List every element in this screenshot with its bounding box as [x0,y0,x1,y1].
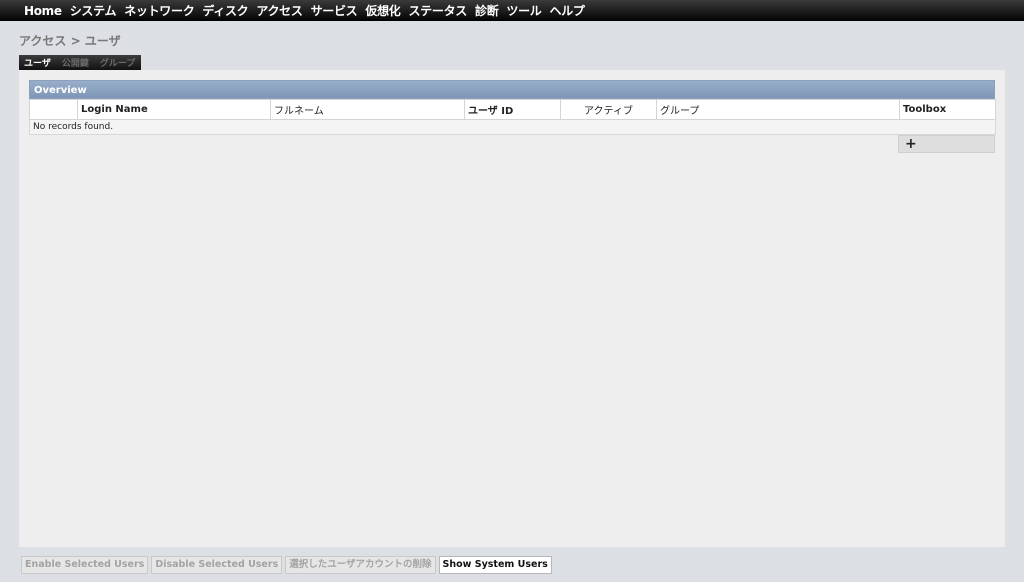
column-header-active[interactable]: アクティブ [560,99,657,120]
tab-users[interactable]: ユーザ [24,56,51,69]
top-menu-bar: Home システム ネットワーク ディスク アクセス サービス 仮想化 ステータ… [0,0,1024,21]
tab-groups[interactable]: グループ [100,56,135,69]
disable-selected-users-button[interactable]: Disable Selected Users [151,556,283,574]
main-menu: Home システム ネットワーク ディスク アクセス サービス 仮想化 ステータ… [0,0,1024,21]
table-row: No records found. [29,119,996,135]
empty-table-message: No records found. [29,119,996,135]
column-header-full-name[interactable]: フルネーム [270,99,465,120]
column-header-login-name[interactable]: Login Name [77,99,271,120]
table-header-row: Login Name フルネーム ユーザ ID アクティブ グループ Toolb… [29,99,996,120]
main-panel: Overview Login Name フルネーム ユーザ ID アクティブ グ… [19,70,1005,547]
menu-item-home[interactable]: Home [24,4,62,18]
column-header-group[interactable]: グループ [656,99,900,120]
menu-item-tools[interactable]: ツール [506,2,541,19]
tab-public-keys[interactable]: 公開鍵 [62,56,89,69]
bottom-action-bar: Enable Selected Users Disable Selected U… [21,556,552,574]
breadcrumb: アクセス > ユーザ [19,34,121,48]
menu-item-status[interactable]: ステータス [408,2,467,19]
tab-bar: ユーザ 公開鍵 グループ [19,55,142,70]
menu-item-system[interactable]: システム [70,2,117,19]
menu-item-access[interactable]: アクセス [256,2,303,19]
overview-title: Overview [29,80,995,99]
overview-section: Overview Login Name フルネーム ユーザ ID アクティブ グ… [29,80,996,153]
menu-item-diagnostics[interactable]: 診断 [475,2,499,19]
menu-item-help[interactable]: ヘルプ [550,2,585,19]
enable-selected-users-button[interactable]: Enable Selected Users [21,556,149,574]
add-user-button[interactable]: + [898,135,995,153]
users-table: Login Name フルネーム ユーザ ID アクティブ グループ Toolb… [29,99,996,135]
column-header-user-id[interactable]: ユーザ ID [464,99,561,120]
menu-item-network[interactable]: ネットワーク [124,2,195,19]
menu-item-virtualization[interactable]: 仮想化 [365,2,400,19]
menu-item-disk[interactable]: ディスク [202,2,248,19]
select-all-column-header[interactable] [29,99,78,120]
column-header-toolbox: Toolbox [899,99,996,120]
delete-selected-users-button[interactable]: 選択したユーザアカウントの削除 [285,556,436,574]
menu-item-services[interactable]: サービス [311,2,358,19]
toolbox-row: + [29,135,995,153]
show-system-users-button[interactable]: Show System Users [438,556,552,574]
